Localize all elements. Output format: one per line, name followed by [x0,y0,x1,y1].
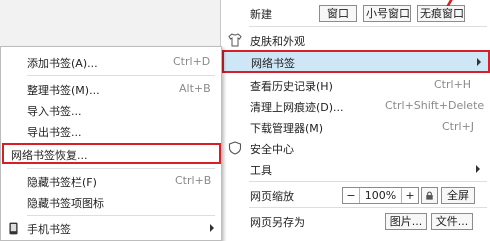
menu-item-organize-bookmarks-shortcut: Alt+B [179,82,211,95]
menu-item-hide-bookmark-bar[interactable]: 隐藏书签栏(F) Ctrl+B [1,171,221,191]
menu-item-downloads-shortcut: Ctrl+J [442,120,475,133]
menu-item-bookmarks-label: 网络书签 [251,57,295,70]
bookmark-submenu: 添加书签(A)... Ctrl+D 整理书签(M)... Alt+B 导入书签.… [0,46,222,241]
zoom-lock-button[interactable] [421,187,438,204]
menu-item-add-bookmark[interactable]: 添加书签(A)... Ctrl+D [1,52,221,72]
save-file-button[interactable]: 文件... [431,213,473,230]
save-page-row: 网页另存为 图片... 文件... [221,210,490,232]
fullscreen-button[interactable]: 全屏 [441,187,475,204]
menu-item-clear-traces[interactable]: 清理上网痕迹(D)... Ctrl+Shift+Delete [221,95,490,117]
zoom-control: − 100% + [342,187,419,204]
new-incognito-window-button[interactable]: 无痕窗口 [417,5,465,22]
shirt-icon [228,33,242,47]
menu-item-security[interactable]: 安全中心 [221,137,490,159]
menu-item-organize-bookmarks-label: 整理书签(M)... [27,84,100,97]
menu-item-history-label: 查看历史记录(H) [250,80,333,93]
separator [249,181,487,182]
new-small-window-button[interactable]: 小号窗口 [363,5,411,22]
chevron-right-icon [477,58,481,66]
menu-item-tools-label: 工具 [250,164,272,177]
menu-item-add-bookmark-shortcut: Ctrl+D [173,55,211,68]
menu-item-security-label: 安全中心 [250,143,294,156]
zoom-row: 网页缩放 − 100% + 全屏 [221,184,490,206]
lock-icon [426,191,433,200]
zoom-out-button[interactable]: − [343,188,359,203]
menu-item-hide-bookmark-icons[interactable]: 隐藏书签项图标 [1,192,221,212]
menu-item-clear-traces-label: 清理上网痕迹(D)... [250,101,344,114]
new-label: 新建 [250,8,272,21]
menu-item-history[interactable]: 查看历史记录(H) Ctrl+H [221,74,490,96]
menu-item-organize-bookmarks[interactable]: 整理书签(M)... Alt+B [1,79,221,99]
menu-item-restore-bookmarks-label: 网络书签恢复... [11,149,88,162]
separator [27,75,215,76]
menu-item-mobile-bookmarks[interactable]: 手机书签 [1,218,221,238]
menu-item-mobile-bookmarks-label: 手机书签 [27,223,71,236]
menu-item-tools[interactable]: 工具 [221,158,490,180]
background-area [0,0,220,46]
save-page-label: 网页另存为 [250,216,305,229]
new-window-button[interactable]: 窗口 [319,5,357,22]
menu-item-export-bookmarks-label: 导出书签... [27,126,82,139]
menu-item-hide-bookmark-bar-label: 隐藏书签栏(F) [27,176,97,189]
menu-item-downloads-label: 下载管理器(M) [250,122,324,135]
menu-item-downloads[interactable]: 下载管理器(M) Ctrl+J [221,116,490,138]
menu-item-import-bookmarks[interactable]: 导入书签... [1,100,221,120]
separator [249,26,487,27]
menu-item-import-bookmarks-label: 导入书签... [27,105,82,118]
menu-item-clear-traces-shortcut: Ctrl+Shift+Delete [385,99,485,112]
zoom-value: 100% [364,189,397,202]
save-image-button[interactable]: 图片... [385,213,427,230]
menu-item-hide-bookmark-bar-shortcut: Ctrl+B [175,174,212,187]
menu-item-bookmarks[interactable]: 网络书签 [222,50,490,73]
menu-item-hide-bookmark-icons-label: 隐藏书签项图标 [27,197,104,210]
separator [27,215,215,216]
separator [27,168,215,169]
zoom-label: 网页缩放 [250,190,294,203]
separator [249,207,487,208]
chevron-right-icon [476,165,480,173]
shield-icon [228,141,242,155]
menu-item-restore-bookmarks[interactable]: 网络书签恢复... [2,143,221,164]
menu-item-history-shortcut: Ctrl+H [434,78,472,91]
browser-main-menu: 新建 窗口 小号窗口 无痕窗口 皮肤和外观 网络书签 查看历史记录(H) Ctr… [220,0,490,241]
menu-item-skin-label: 皮肤和外观 [250,35,305,48]
menu-item-export-bookmarks[interactable]: 导出书签... [1,121,221,141]
menu-item-skin[interactable]: 皮肤和外观 [221,29,490,51]
menu-item-add-bookmark-label: 添加书签(A)... [27,57,98,70]
phone-icon [9,222,18,235]
chevron-right-icon [210,224,214,232]
zoom-in-button[interactable]: + [402,188,418,203]
